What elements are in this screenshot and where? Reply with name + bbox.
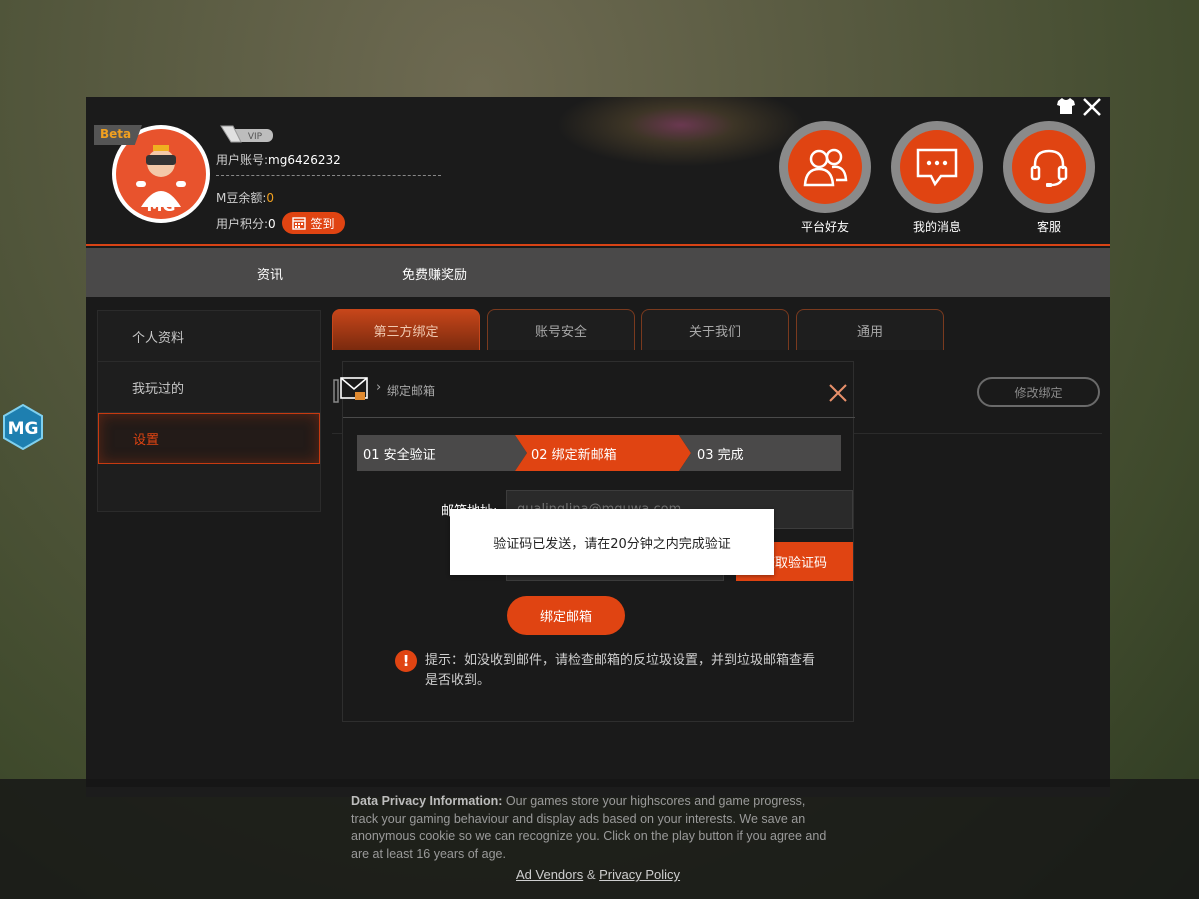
header-glow-decoration <box>556 97 806 167</box>
side-mg-logo[interactable]: MG <box>3 403 43 451</box>
step-security-verify: 01 安全验证 <box>357 435 527 471</box>
support-button[interactable] <box>1003 121 1095 213</box>
support-label: 客服 <box>1036 220 1061 234</box>
friends-label: 平台好友 <box>800 220 849 234</box>
account-row: 用户账号:mg6426232 <box>216 151 341 168</box>
bind-email-button[interactable]: 绑定邮箱 <box>507 596 625 635</box>
step-complete: 03 完成 <box>679 435 841 471</box>
sidebar: 个人资料 我玩过的 设置 <box>97 310 321 512</box>
privacy-text: Data Privacy Information: Our games stor… <box>351 793 831 863</box>
account-value: mg6426232 <box>268 153 341 167</box>
balance-row: M豆余额:0 <box>216 189 274 206</box>
step-bind-new-email: 02 绑定新邮箱 <box>515 435 691 471</box>
window-controls <box>1056 97 1102 117</box>
nav-item-news[interactable]: 资讯 <box>257 264 283 283</box>
hint-text: 提示：如没收到邮件，请检查邮箱的反垃圾设置，并到垃圾邮箱查看是否收到。 <box>425 653 816 688</box>
points-row: 用户积分:0 <box>216 215 276 232</box>
headset-icon <box>1030 149 1068 187</box>
dialog-close-icon[interactable] <box>827 382 849 404</box>
sidebar-item-settings[interactable]: 设置 <box>98 413 320 464</box>
modify-binding-button[interactable]: 修改绑定 <box>977 377 1100 407</box>
points-value: 0 <box>268 217 276 231</box>
privacy-banner: Data Privacy Information: Our games stor… <box>0 779 1199 899</box>
avatar-logo-text: MG <box>146 196 175 215</box>
sidebar-item-played[interactable]: 我玩过的 <box>98 362 320 413</box>
warning-icon: ! <box>395 650 417 672</box>
nav-item-free-rewards[interactable]: 免费赚奖励 <box>402 264 467 283</box>
divider <box>216 175 441 176</box>
friends-icon <box>803 148 848 187</box>
envelope-icon <box>333 377 368 403</box>
signin-label: 签到 <box>310 216 335 231</box>
breadcrumb-separator: › <box>376 380 382 395</box>
signin-button[interactable]: 签到 <box>282 212 345 234</box>
message-icon <box>916 148 958 187</box>
ad-vendors-link[interactable]: Ad Vendors <box>516 867 583 882</box>
messages-button[interactable] <box>891 121 983 213</box>
balance-label: M豆余额: <box>216 191 267 205</box>
tab-third-party[interactable]: 第三方绑定 <box>332 309 480 350</box>
code-sent-toast: 验证码已发送，请在20分钟之内完成验证 <box>450 509 774 575</box>
links-ampersand: & <box>586 867 596 882</box>
privacy-heading: Data Privacy Information: <box>351 794 503 808</box>
vip-label: VIP <box>248 132 263 142</box>
tab-account-security[interactable]: 账号安全 <box>487 309 635 350</box>
dialog-title: 绑定邮箱 <box>387 384 436 398</box>
step-indicator: 01 安全验证 02 绑定新邮箱 03 完成 <box>357 435 841 471</box>
points-label: 用户积分: <box>216 217 269 231</box>
header: MG Beta VIP 用户账号:mg6426232 M豆余额:0 用户积分:0 <box>86 97 1110 246</box>
close-icon[interactable] <box>1082 97 1102 117</box>
privacy-links: Ad Vendors & Privacy Policy <box>516 867 680 882</box>
vip-badge: VIP <box>219 125 275 143</box>
account-label: 用户账号: <box>216 153 269 167</box>
beta-badge: Beta <box>94 125 142 145</box>
main-nav: 资讯 免费赚奖励 <box>86 248 1110 297</box>
skin-shirt-icon[interactable] <box>1056 97 1076 115</box>
calendar-icon <box>292 217 307 230</box>
privacy-policy-link[interactable]: Privacy Policy <box>599 867 680 882</box>
messages-label: 我的消息 <box>912 220 961 234</box>
friends-button[interactable] <box>779 121 871 213</box>
tab-about[interactable]: 关于我们 <box>641 309 789 350</box>
sidebar-item-profile[interactable]: 个人资料 <box>98 311 320 362</box>
dialog-header: › 绑定邮箱 <box>333 362 855 418</box>
tab-general[interactable]: 通用 <box>796 309 944 350</box>
balance-value: 0 <box>266 191 275 205</box>
side-logo-text: MG <box>8 419 39 439</box>
